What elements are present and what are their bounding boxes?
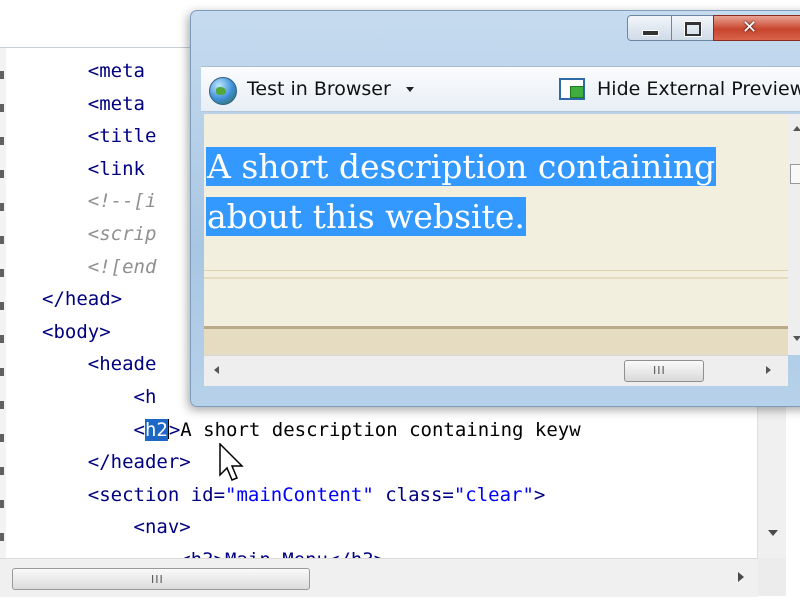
editor-horizontal-scroll-thumb[interactable]: III xyxy=(12,568,310,590)
code-line[interactable]: <nav> xyxy=(42,513,191,541)
code-line[interactable]: <h xyxy=(42,383,157,411)
preview-selected-text[interactable]: A short description containing about thi… xyxy=(206,142,717,242)
code-line[interactable]: <meta xyxy=(42,90,145,118)
code-line[interactable]: <h2>A short description containing keyw xyxy=(42,416,581,444)
preview-horizontal-scrollbar[interactable]: III xyxy=(204,355,788,386)
code-line[interactable]: <title xyxy=(42,122,157,150)
close-icon: ✕ xyxy=(742,17,758,38)
minimize-button[interactable] xyxy=(627,15,673,41)
mouse-pointer-icon xyxy=(219,443,244,481)
code-line[interactable]: <link xyxy=(42,155,145,183)
code-token: <nav> xyxy=(42,516,191,539)
preview-divider xyxy=(204,270,788,271)
editor-gutter xyxy=(0,48,6,558)
globe-icon[interactable] xyxy=(209,77,237,105)
code-token: "mainContent" xyxy=(225,483,374,506)
close-button[interactable]: ✕ xyxy=(713,15,800,41)
preview-vertical-scroll-thumb[interactable] xyxy=(790,164,800,184)
external-preview-window[interactable]: ✕ Test in Browser Hide External Preview … xyxy=(190,10,800,407)
scroll-grip-icon: III xyxy=(653,364,666,377)
preview-page[interactable]: A short description containing about thi… xyxy=(204,114,788,355)
code-token: "clear" xyxy=(453,483,534,506)
dropdown-arrow-icon[interactable] xyxy=(406,87,414,92)
code-line[interactable]: <scrip xyxy=(42,220,157,248)
scroll-down-arrow-icon[interactable] xyxy=(793,336,800,341)
code-token: A short description containing keyw xyxy=(180,418,581,441)
code-token: </header> xyxy=(42,451,191,474)
code-token: <h xyxy=(42,386,157,408)
code-token: <meta xyxy=(42,92,145,115)
scroll-right-arrow-icon[interactable] xyxy=(738,572,744,582)
code-token: <title xyxy=(42,125,157,148)
preview-decorative-ground xyxy=(204,326,788,355)
preview-text-line: about this website. xyxy=(206,197,526,236)
preview-toolbar: Test in Browser Hide External Preview xyxy=(201,66,800,112)
code-line[interactable]: <meta xyxy=(42,57,145,85)
code-token: > xyxy=(168,418,181,441)
code-line[interactable]: <section id="mainContent" class="clear"> xyxy=(42,481,546,509)
external-preview-icon[interactable] xyxy=(559,78,585,100)
code-token: <heade xyxy=(42,353,157,376)
code-line[interactable]: </head> xyxy=(42,285,122,313)
window-controls: ✕ xyxy=(627,15,800,41)
preview-horizontal-scroll-thumb[interactable]: III xyxy=(624,360,704,382)
code-token: <meta xyxy=(42,60,145,82)
code-token: <body> xyxy=(42,320,111,343)
code-line[interactable]: <!--[i xyxy=(42,187,157,215)
editor-horizontal-scrollbar[interactable]: III xyxy=(0,558,758,597)
maximize-icon xyxy=(684,21,702,37)
code-token: <link xyxy=(42,157,145,180)
code-token: </head> xyxy=(42,288,123,311)
scrollbar-corner xyxy=(758,558,786,596)
selected-token: h2 xyxy=(144,418,168,441)
scroll-up-arrow-icon[interactable] xyxy=(793,126,800,131)
code-token: <section xyxy=(42,483,191,506)
hide-external-preview-button[interactable]: Hide External Preview xyxy=(597,78,800,100)
test-in-browser-button[interactable]: Test in Browser xyxy=(247,78,391,100)
code-token: class= xyxy=(373,483,454,506)
code-line[interactable]: <![end xyxy=(42,253,157,281)
scroll-right-arrow-icon[interactable] xyxy=(766,366,771,374)
scroll-down-arrow-icon[interactable] xyxy=(768,530,778,536)
code-token: < xyxy=(42,418,145,441)
code-token: <![end xyxy=(42,255,157,278)
code-line[interactable]: <heade xyxy=(42,350,157,378)
code-line[interactable]: <h3>Main Menu</h3> xyxy=(42,546,385,558)
maximize-button[interactable] xyxy=(671,15,715,41)
code-line[interactable]: <body> xyxy=(42,318,111,346)
minimize-icon xyxy=(642,30,659,36)
code-token: <h3>Main Menu</h3> xyxy=(42,549,385,558)
preview-divider xyxy=(204,277,788,279)
code-token: <!--[i xyxy=(42,190,157,213)
scroll-left-arrow-icon[interactable] xyxy=(214,366,219,374)
preview-vertical-scrollbar[interactable] xyxy=(788,114,800,355)
preview-text-line: A short description containing xyxy=(206,147,717,186)
scroll-grip-icon: III xyxy=(151,573,164,586)
code-token: > xyxy=(533,483,546,506)
code-token: id= xyxy=(190,483,226,506)
code-line[interactable]: </header> xyxy=(42,448,191,476)
code-token: <scrip xyxy=(42,223,157,245)
